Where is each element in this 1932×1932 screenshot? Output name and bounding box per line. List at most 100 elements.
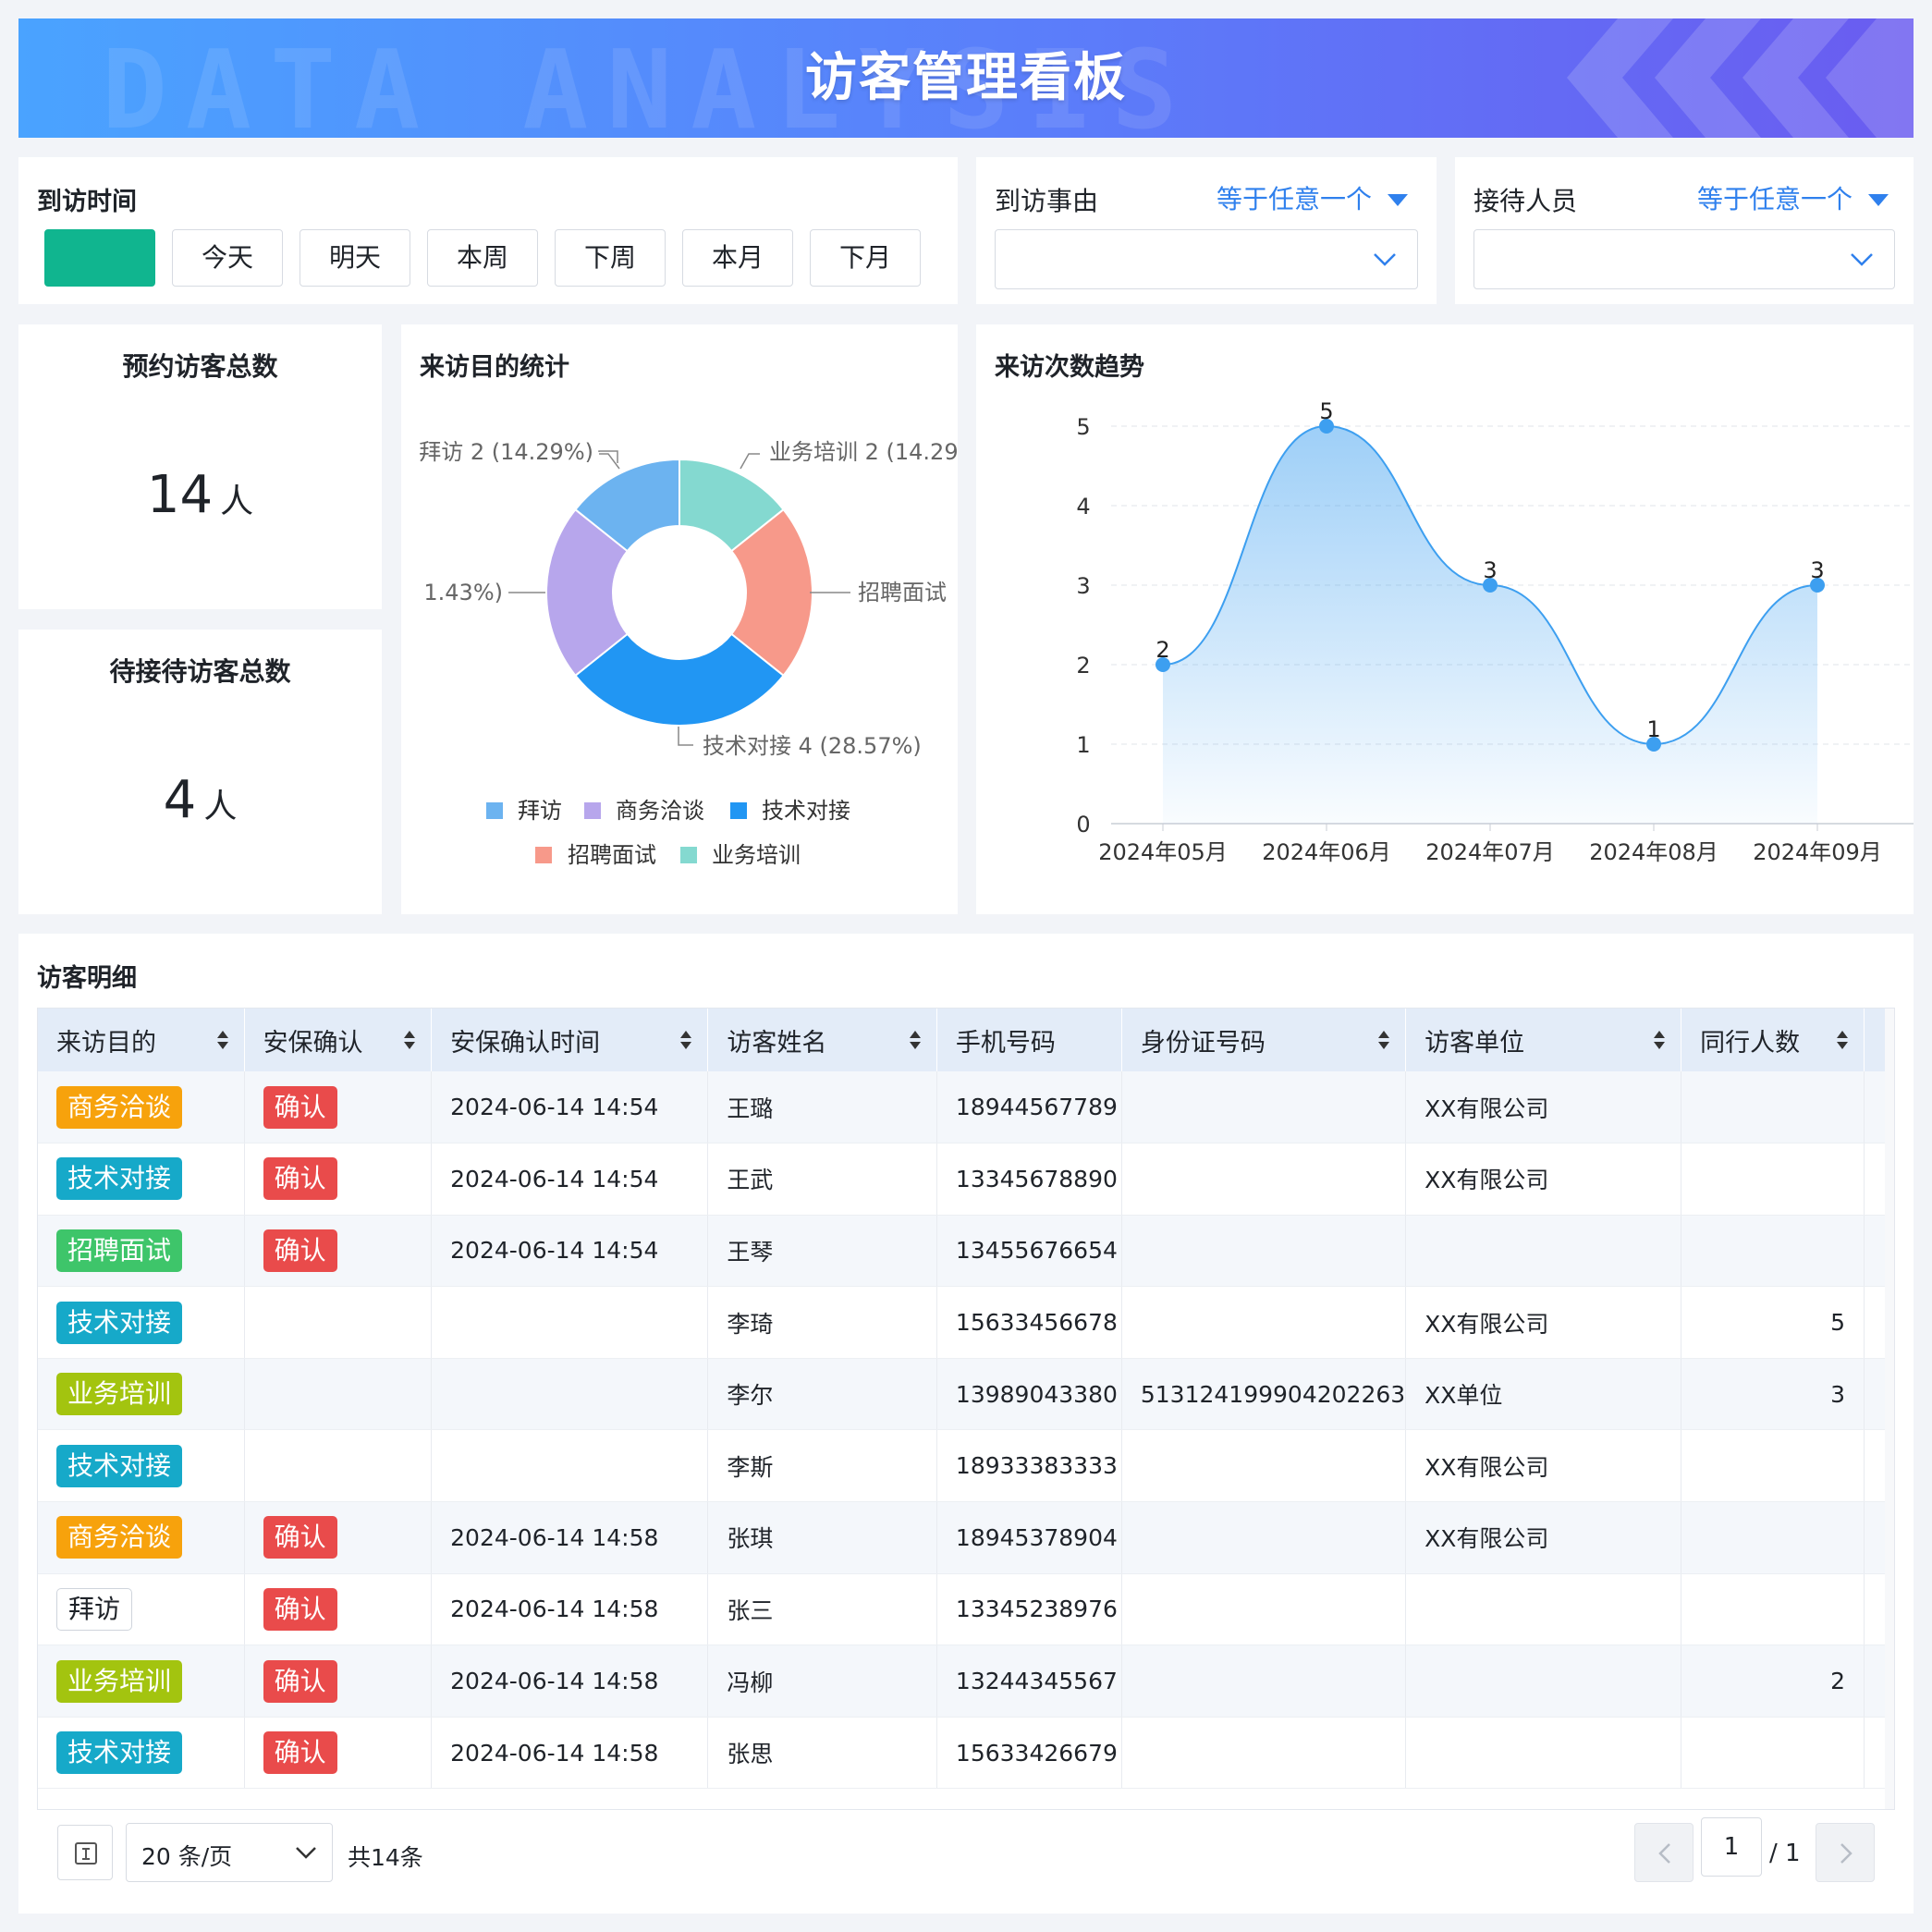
cell-visitor-name: 李斯 [707, 1429, 937, 1503]
cell-company: XX单位 [1405, 1358, 1682, 1431]
column-header[interactable]: 来访目的 [38, 1009, 245, 1071]
legend-swatch-biz [584, 802, 601, 819]
sort-icon[interactable] [1377, 1029, 1390, 1051]
sort-icon[interactable] [1653, 1029, 1666, 1051]
pager-next-button[interactable] [1816, 1823, 1875, 1882]
column-header-label: 同行人数 [1700, 1028, 1801, 1058]
chevron-down-icon [1851, 253, 1873, 266]
cell-company [1405, 1573, 1682, 1646]
sort-icon[interactable] [909, 1029, 922, 1051]
cell-id-number [1121, 1215, 1407, 1288]
page-size-select[interactable]: 20 条/页 [126, 1823, 333, 1882]
column-header[interactable]: 身份证号码 [1121, 1009, 1407, 1071]
date-option-today[interactable]: 今天 [172, 229, 283, 287]
table-row[interactable]: 拜访 确认 2024-06-14 14:58 张三 13345238976 [38, 1573, 1894, 1646]
legend-label-visit: 拜访 [518, 798, 562, 824]
sort-icon[interactable] [216, 1029, 229, 1051]
column-header-label: 安保确认时间 [450, 1028, 601, 1058]
leader-line-visit-2 [599, 453, 620, 470]
column-header[interactable]: 手机号码 [936, 1009, 1122, 1071]
table-row[interactable]: 业务培训 李尔 13989043380 513124199904202263 XX单位 3 [38, 1358, 1894, 1431]
column-header[interactable]: 安保确认 [244, 1009, 433, 1071]
receptionist-operator-dropdown[interactable]: 等于任意一个 [1697, 179, 1889, 216]
x-tick-label: 2024年09月 [1753, 839, 1882, 865]
current-page-input[interactable]: 1 [1701, 1817, 1762, 1877]
sort-icon[interactable] [1836, 1029, 1849, 1051]
cell-company [1405, 1215, 1682, 1288]
visitor-table-container: 来访目的 安保确认 安保确认时间 访客姓名 手机号码 身份证号码 访客单位 同行人数 商务洽谈… [37, 1008, 1895, 1895]
cell-security-confirm [244, 1429, 433, 1503]
cell-security-confirm: 确认 [244, 1717, 433, 1790]
cell-companions [1681, 1429, 1865, 1503]
caret-down-icon [1867, 194, 1889, 206]
table-row[interactable]: 招聘面试 确认 2024-06-14 14:54 王琴 13455676654 [38, 1215, 1894, 1288]
cell-id-number [1121, 1071, 1407, 1144]
reason-operator-text: 等于任意一个 [1217, 184, 1373, 214]
cell-confirm-time: 2024-06-14 14:54 [431, 1071, 709, 1144]
callout-hiring: 招聘面试 [858, 580, 947, 605]
table-row[interactable]: 技术对接 确认 2024-06-14 14:54 王武 13345678890 XX有限公… [38, 1143, 1894, 1216]
cell-confirm-time: 2024-06-14 14:54 [431, 1143, 709, 1216]
cell-phone: 13345678890 [936, 1143, 1122, 1216]
confirm-tag: 确认 [263, 1085, 337, 1129]
purpose-tag: 商务洽谈 [56, 1085, 183, 1129]
sort-icon[interactable] [403, 1029, 416, 1051]
date-option-custom[interactable] [44, 229, 155, 287]
column-header[interactable]: 访客姓名 [707, 1009, 937, 1071]
confirm-tag: 确认 [263, 1516, 337, 1559]
date-option-tomorrow[interactable]: 明天 [300, 229, 410, 287]
cell-companions: 3 [1681, 1358, 1865, 1431]
date-option-next-week[interactable]: 下周 [555, 229, 666, 287]
cell-phone: 18933383333 [936, 1429, 1122, 1503]
kpi-booked-unit: 人 [220, 483, 254, 520]
trend-data-label: 5 [1319, 398, 1333, 424]
sort-icon[interactable] [679, 1029, 692, 1051]
date-option-this-week[interactable]: 本周 [427, 229, 538, 287]
purpose-tag: 拜访 [56, 1587, 133, 1631]
caret-down-icon [1387, 194, 1408, 206]
cell-purpose: 技术对接 [38, 1143, 245, 1216]
cell-purpose: 拜访 [38, 1573, 245, 1646]
date-option-this-month[interactable]: 本月 [682, 229, 793, 287]
reason-operator-dropdown[interactable]: 等于任意一个 [1217, 179, 1408, 216]
purpose-tag: 商务洽谈 [56, 1516, 183, 1559]
y-tick-label: 1 [1076, 732, 1090, 758]
callout-biz: 1.43%) [423, 580, 503, 605]
x-tick-label: 2024年06月 [1262, 839, 1391, 865]
purpose-tag: 技术对接 [56, 1731, 183, 1775]
cell-security-confirm [244, 1286, 433, 1359]
purpose-tag: 业务培训 [56, 1373, 183, 1416]
cell-phone: 18945378904 [936, 1501, 1122, 1574]
table-row[interactable]: 技术对接 李琦 15633456678 XX有限公司 5 [38, 1286, 1894, 1359]
cell-id-number [1121, 1286, 1407, 1359]
column-header[interactable]: 同行人数 [1681, 1009, 1865, 1071]
purpose-tag: 技术对接 [56, 1301, 183, 1344]
cell-confirm-time: 2024-06-14 14:58 [431, 1501, 709, 1574]
legend-label-hiring: 招聘面试 [568, 842, 656, 868]
table-row[interactable]: 业务培训 确认 2024-06-14 14:58 冯柳 13244345567 2 [38, 1645, 1894, 1718]
trend-data-label: 3 [1810, 557, 1824, 583]
trend-chart-card: 来访次数趋势 012345 25313 2024年05月 2024年06月 2024… [976, 324, 1914, 914]
column-header-label: 来访目的 [56, 1028, 156, 1058]
table-row[interactable]: 商务洽谈 确认 2024-06-14 14:58 张琪 18945378904 XX有限公… [38, 1501, 1894, 1574]
reason-select[interactable] [995, 229, 1418, 289]
cell-security-confirm: 确认 [244, 1215, 433, 1288]
pager-info-button[interactable] [57, 1825, 113, 1880]
column-header[interactable]: 安保确认时间 [431, 1009, 709, 1071]
cell-company [1405, 1645, 1682, 1718]
column-header[interactable]: 访客单位 [1405, 1009, 1682, 1071]
table-row[interactable]: 商务洽谈 确认 2024-06-14 14:54 王璐 18944567789 XX有限公… [38, 1071, 1894, 1144]
cell-phone: 15633426679 [936, 1717, 1122, 1790]
y-tick-label: 3 [1076, 573, 1090, 599]
cell-confirm-time: 2024-06-14 14:58 [431, 1573, 709, 1646]
table-row[interactable]: 技术对接 李斯 18933383333 XX有限公司 [38, 1429, 1894, 1503]
date-option-next-month[interactable]: 下月 [810, 229, 921, 287]
legend-label-tech: 技术对接 [762, 798, 850, 824]
cell-visitor-name: 李尔 [707, 1358, 937, 1431]
table-row[interactable]: 技术对接 确认 2024-06-14 14:58 张思 15633426679 [38, 1717, 1894, 1790]
legend-label-biz: 商务洽谈 [616, 798, 704, 824]
pager-prev-button[interactable] [1634, 1823, 1694, 1882]
cell-security-confirm: 确认 [244, 1143, 433, 1216]
table-scrollbar-track[interactable] [1885, 1009, 1894, 1894]
receptionist-select[interactable] [1473, 229, 1895, 289]
